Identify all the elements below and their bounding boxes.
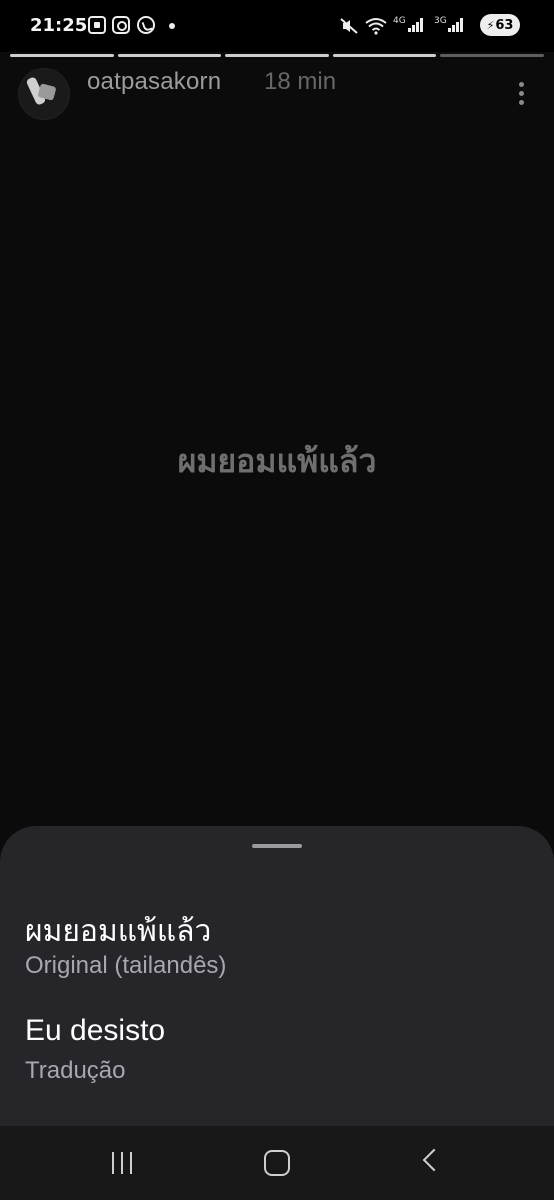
mute-icon <box>340 18 358 34</box>
story-progress-segment <box>117 54 222 57</box>
story-progress-segment <box>332 54 437 57</box>
signal-2-icon <box>448 18 464 32</box>
story-text: ผมยอมแพ้แล้ว <box>177 442 377 480</box>
original-text: ผมยอมแพ้แล้ว <box>25 914 212 949</box>
story-progress-segment <box>10 54 114 57</box>
battery-level: 63 <box>495 17 514 33</box>
network-type-2: 3G <box>434 16 447 26</box>
network-type-1: 4G <box>393 16 406 26</box>
system-icons: 4G 3G ⚡ 63 <box>340 14 520 40</box>
story-header: oatpasakorn 18 min <box>18 68 538 120</box>
story-progress <box>10 54 544 57</box>
status-bar: 21:25 4G 3G ⚡ 63 <box>0 0 554 52</box>
more-notifications-dot-icon <box>169 23 175 29</box>
screenshot-icon <box>88 16 106 34</box>
wifi-icon <box>365 18 387 35</box>
avatar[interactable] <box>18 68 70 120</box>
home-button[interactable] <box>264 1150 290 1176</box>
recents-button[interactable] <box>110 1152 136 1174</box>
battery-indicator: ⚡ 63 <box>480 14 520 36</box>
whatsapp-icon <box>137 16 155 34</box>
signal-1-icon <box>408 18 424 32</box>
story-progress-segment <box>225 54 329 57</box>
sheet-drag-handle[interactable] <box>252 844 302 848</box>
translation-sheet: ผมยอมแพ้แล้ว Original (tailandês) Eu des… <box>0 826 554 1126</box>
post-time: 18 min <box>264 68 337 95</box>
back-button[interactable] <box>422 1148 446 1172</box>
translated-text: Eu desisto <box>25 1014 166 1047</box>
original-language-label: Original (tailandês) <box>25 952 227 979</box>
translation-label: Tradução <box>25 1057 126 1084</box>
more-options-icon[interactable] <box>510 82 534 108</box>
story-progress-segment <box>440 54 544 57</box>
charging-icon: ⚡ <box>486 18 495 32</box>
navigation-bar <box>0 1126 554 1200</box>
status-time: 21:25 <box>30 15 88 36</box>
instagram-icon <box>112 16 130 34</box>
username[interactable]: oatpasakorn <box>87 68 221 96</box>
